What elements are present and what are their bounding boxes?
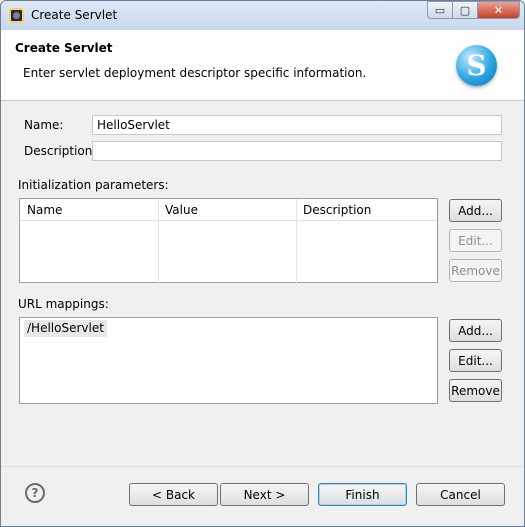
url-mappings-list[interactable]: /HelloServlet (19, 317, 438, 404)
init-params-edit-button[interactable]: Edit... (449, 229, 502, 252)
url-mappings-add-button[interactable]: Add... (449, 319, 502, 342)
description-field[interactable] (92, 141, 502, 161)
minimize-button[interactable]: ▭ (427, 1, 453, 19)
finish-button[interactable]: Finish (318, 483, 407, 506)
window-title: Create Servlet (31, 8, 118, 22)
maximize-button[interactable]: ▢ (452, 1, 478, 19)
column-header-description[interactable]: Description (303, 203, 371, 217)
column-divider (158, 199, 159, 284)
list-item[interactable]: /HelloServlet (24, 320, 107, 337)
name-label: Name: (24, 118, 64, 132)
init-params-add-button[interactable]: Add... (449, 199, 502, 222)
eclipse-app-icon (9, 8, 24, 23)
back-button[interactable]: < Back (129, 483, 218, 506)
window-controls: ▭ ▢ ✕ (427, 1, 520, 20)
name-field[interactable]: HelloServlet (92, 115, 502, 135)
wizard-page-title: Create Servlet (15, 41, 113, 55)
create-servlet-dialog: Create Servlet ▭ ▢ ✕ Create Servlet Ente… (0, 0, 525, 527)
wizard-header: Create Servlet Enter servlet deployment … (1, 30, 524, 101)
title-bar[interactable]: Create Servlet ▭ ▢ ✕ (1, 1, 524, 30)
init-params-remove-button[interactable]: Remove (449, 259, 502, 282)
minimize-icon: ▭ (434, 3, 446, 17)
wizard-page-description: Enter servlet deployment descriptor spec… (23, 66, 367, 80)
column-divider (296, 199, 297, 284)
footer-divider (1, 466, 524, 467)
url-mappings-edit-button[interactable]: Edit... (449, 349, 502, 372)
close-button[interactable]: ✕ (477, 1, 520, 19)
url-mappings-label: URL mappings: (18, 297, 109, 311)
maximize-icon: ▢ (459, 3, 471, 17)
table-header: Name Value Description (20, 199, 437, 221)
close-icon: ✕ (493, 3, 504, 17)
help-icon[interactable]: ? (25, 483, 45, 503)
cancel-button[interactable]: Cancel (416, 483, 505, 506)
init-params-table[interactable]: Name Value Description (19, 198, 438, 284)
servlet-wizard-icon: S (456, 45, 497, 86)
init-params-label: Initialization parameters: (18, 178, 169, 192)
description-label: Description: (24, 144, 97, 158)
next-button[interactable]: Next > (220, 483, 309, 506)
column-header-value[interactable]: Value (165, 203, 198, 217)
column-header-name[interactable]: Name (27, 203, 62, 217)
url-mappings-remove-button[interactable]: Remove (449, 379, 502, 402)
